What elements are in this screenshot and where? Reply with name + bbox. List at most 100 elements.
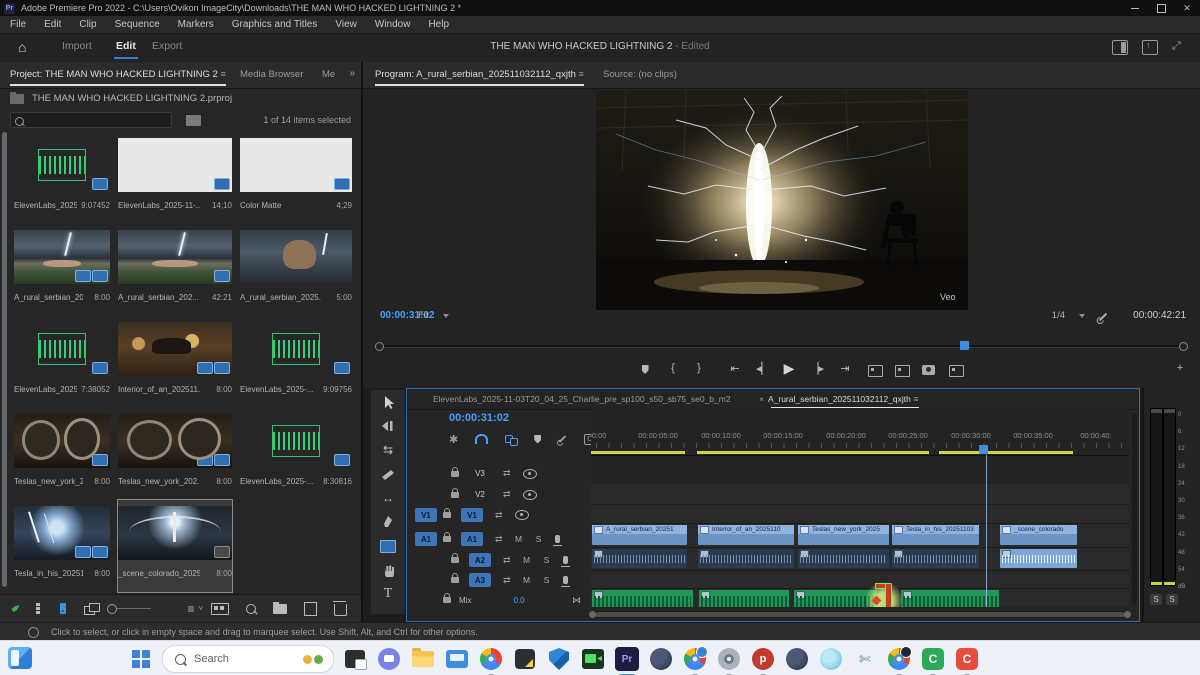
tab-more[interactable]: Me (322, 69, 335, 80)
mix-fader-icon[interactable]: ⋈ (572, 595, 581, 606)
type-tool[interactable]: T (371, 582, 405, 606)
mute-button[interactable]: M (523, 555, 531, 565)
task-view-icon[interactable] (342, 646, 368, 672)
timeline-clip-video[interactable]: Tesla_in_his_20251103 (892, 525, 979, 545)
timeline-clip-audio-selected[interactable] (1000, 549, 1077, 568)
timeline-horizontal-scrollbar[interactable] (591, 611, 1129, 618)
panel-overflow-icon[interactable]: » (349, 68, 355, 79)
tab-timeline-audio[interactable]: ElevenLabs_2025-11-03T20_04_25_Charlie_p… (433, 394, 731, 404)
timeline-settings-wrench-icon[interactable] (559, 435, 567, 443)
lock-icon[interactable] (443, 512, 451, 518)
track-target-v2[interactable]: V2 (469, 488, 491, 502)
program-video-frame[interactable]: Veo (596, 90, 968, 310)
timeline-clip-video[interactable]: A_rural_serbian_20251 (592, 525, 687, 545)
track-v2[interactable] (591, 505, 1129, 524)
bin-item[interactable]: Color Matte4;29 (240, 132, 352, 224)
step-back-icon[interactable]: ◂▏ (753, 362, 773, 375)
track-v1[interactable]: A_rural_serbian_20251 Interior_of_an_202… (591, 524, 1129, 548)
slip-tool[interactable]: ↔ (371, 486, 405, 510)
mix-value[interactable]: 0.0 (513, 596, 524, 605)
selection-tool[interactable] (371, 390, 405, 414)
bin-item[interactable]: ElevenLabs_2025-...7:38052 (14, 316, 110, 408)
search-input[interactable] (10, 112, 172, 128)
track-target-v1[interactable]: V1 (461, 508, 483, 522)
lock-icon[interactable] (443, 597, 451, 603)
voiceover-record-icon[interactable] (563, 556, 568, 564)
linked-selection-icon[interactable] (505, 435, 517, 444)
premiere-pro-icon-active[interactable]: Pr (614, 646, 640, 672)
automate-sequence-icon[interactable] (211, 603, 229, 615)
timeline-clip-area[interactable]: :00:00 00:00:05:00 00:00:10:00 00:00:15:… (591, 409, 1129, 607)
toggle-track-output-icon[interactable] (523, 490, 537, 500)
voiceover-record-icon[interactable] (563, 576, 568, 584)
timeline-clip-audio[interactable] (892, 549, 979, 568)
menu-markers[interactable]: Markers (178, 19, 214, 30)
timeline-clip-video[interactable]: Interior_of_an_2025110 (698, 525, 794, 545)
menu-sequence[interactable]: Sequence (115, 19, 160, 30)
bin-item[interactable]: Teslas_new_york_202...8:00 (118, 408, 232, 500)
delete-icon[interactable] (334, 604, 347, 616)
nested-sequence-icon[interactable]: ✱ (449, 433, 458, 446)
dark-planet-app-icon[interactable] (648, 646, 674, 672)
solo-right-button[interactable]: S (1166, 594, 1178, 605)
toggle-track-output-icon[interactable] (515, 510, 529, 520)
solo-button[interactable]: S (543, 575, 551, 585)
timeline-clip-music[interactable] (794, 590, 877, 607)
workspace-icon[interactable] (1112, 40, 1128, 55)
export-frame-icon[interactable] (922, 365, 935, 375)
track-target-a2[interactable]: A2 (469, 553, 491, 567)
freeform-view-icon[interactable] (84, 603, 91, 614)
track-a3[interactable] (591, 589, 1129, 607)
tab-timeline-sequence[interactable]: ×A_rural_serbian_202511032112_qxjth ≡ (759, 394, 919, 404)
bin-item-selected[interactable]: _scene_colorado_2025...8:00 (118, 500, 232, 592)
timeline-clip-music[interactable] (901, 590, 999, 607)
icon-view-icon[interactable] (60, 603, 66, 614)
go-to-in-icon[interactable]: ⇤ (725, 362, 745, 375)
close-button[interactable]: ✕ (1174, 0, 1200, 16)
solo-button[interactable]: S (535, 534, 543, 544)
lock-icon[interactable] (451, 471, 459, 477)
timeline-clip-video[interactable]: _scene_colorado (1000, 525, 1077, 545)
find-icon[interactable] (246, 604, 256, 614)
voiceover-record-icon[interactable] (555, 535, 560, 543)
sync-lock-icon[interactable]: ⇄ (503, 555, 511, 566)
sort-icon[interactable]: ≡ (187, 602, 194, 616)
comparison-view-icon[interactable] (949, 365, 964, 377)
track-a2[interactable] (591, 571, 1129, 589)
start-button[interactable] (128, 646, 154, 672)
timeline-clip-audio[interactable] (592, 549, 687, 568)
list-view-icon[interactable] (36, 603, 42, 614)
mark-in-icon[interactable]: { (663, 362, 683, 374)
new-item-icon[interactable] (304, 602, 317, 616)
blue-sphere-app-icon[interactable] (818, 646, 844, 672)
snipping-tool-icon[interactable]: ✄ (852, 646, 878, 672)
extract-icon[interactable] (895, 365, 910, 377)
rectangle-tool-active[interactable] (371, 534, 405, 558)
snap-magnet-icon[interactable] (475, 434, 488, 444)
sync-lock-icon[interactable]: ⇄ (495, 510, 503, 521)
add-marker-icon[interactable] (534, 435, 541, 444)
share-icon[interactable] (1142, 40, 1158, 55)
widgets-icon[interactable] (8, 647, 32, 669)
solo-button[interactable]: S (543, 555, 551, 565)
source-patch-a1[interactable]: A1 (415, 532, 437, 546)
play-button[interactable]: ▶ (779, 360, 799, 377)
bin-item[interactable]: Interior_of_an_202511...8:00 (118, 316, 232, 408)
mark-out-icon[interactable]: } (689, 362, 709, 374)
home-icon[interactable]: ⌂ (18, 39, 26, 55)
red-c-app-icon[interactable]: C (954, 646, 980, 672)
menu-file[interactable]: File (10, 19, 26, 30)
bin-item[interactable]: Teslas_new_york_202...8:00 (14, 408, 110, 500)
track-target-a3[interactable]: A3 (469, 573, 491, 587)
menu-graphics-titles[interactable]: Graphics and Titles (232, 19, 318, 30)
tab-edit[interactable]: Edit (116, 40, 136, 52)
dark-planet-app2-icon[interactable] (784, 646, 810, 672)
menu-help[interactable]: Help (428, 19, 449, 30)
lock-icon[interactable] (451, 557, 459, 563)
monitor-settings-wrench-icon[interactable] (1098, 312, 1108, 323)
lift-icon[interactable] (868, 365, 883, 377)
lock-icon[interactable] (443, 536, 451, 542)
playhead-handle[interactable] (979, 445, 988, 454)
playback-resolution-dropdown[interactable]: 1/4 (1052, 310, 1085, 321)
menu-view[interactable]: View (335, 19, 357, 30)
